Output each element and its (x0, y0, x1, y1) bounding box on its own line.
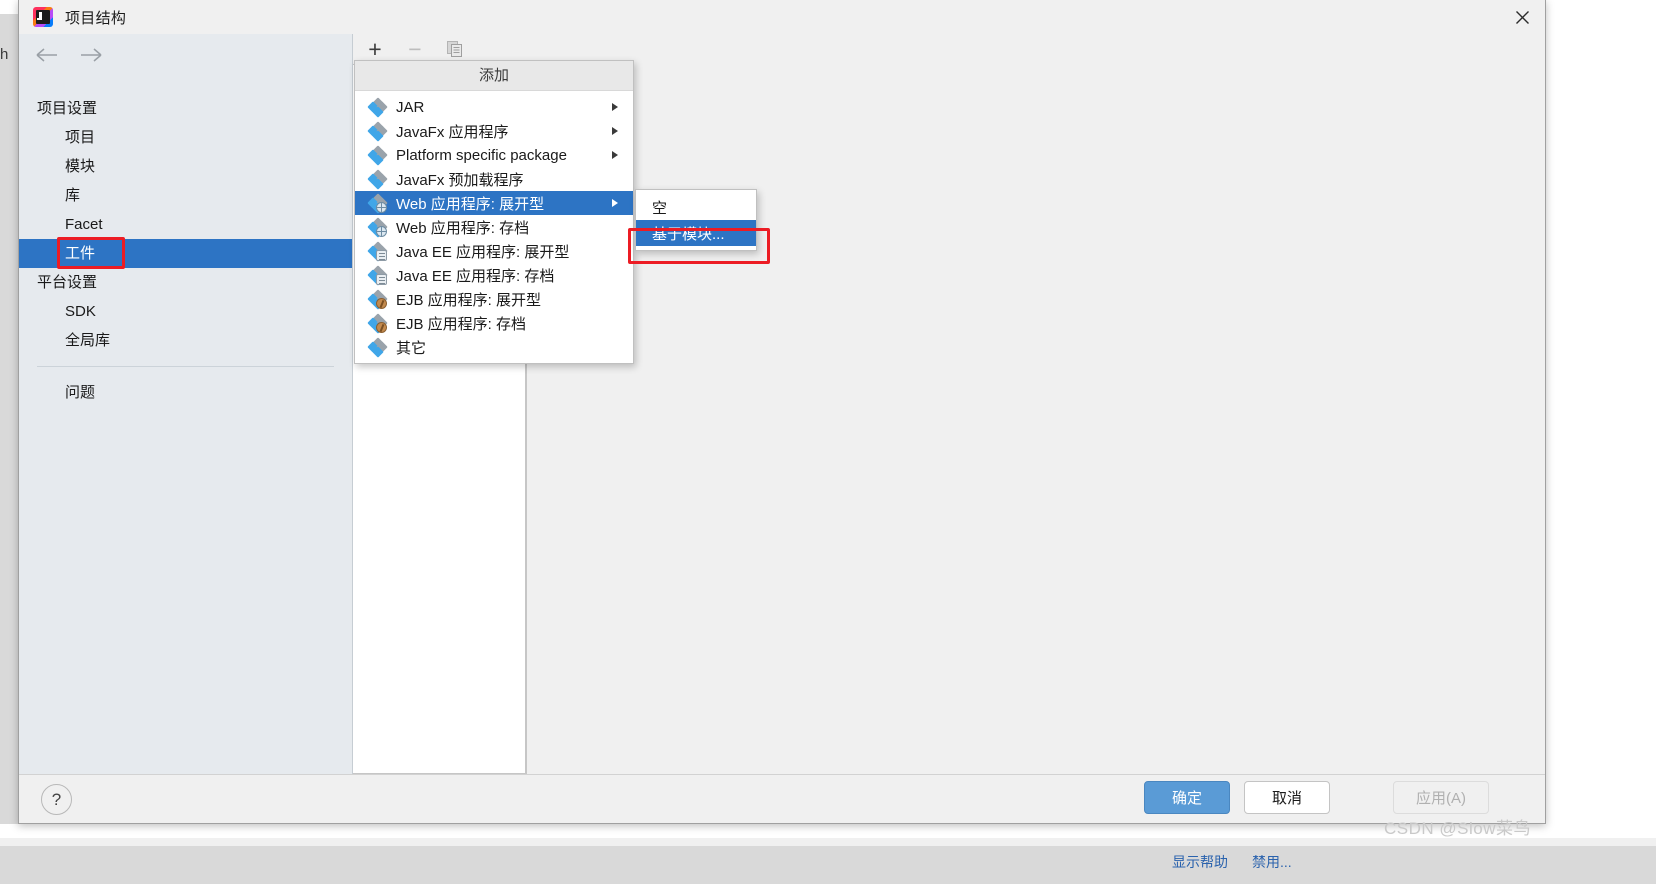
apply-button: 应用(A) (1393, 781, 1489, 814)
menu-item-other[interactable]: 其它 (355, 335, 633, 359)
ejb-badge-icon (376, 297, 387, 309)
artifact-icon (367, 144, 388, 166)
artifact-javaee-icon (367, 264, 388, 286)
menu-item-web-application-exploded[interactable]: Web 应用程序: 展开型 (355, 191, 633, 215)
watermark: CSDN @Slow菜鸟 (1384, 819, 1531, 838)
minus-icon: − (408, 35, 422, 62)
dialog-title: 项目结构 (65, 9, 127, 27)
artifact-web-icon (367, 192, 388, 214)
sidebar-item-problems[interactable]: 问题 (19, 378, 352, 407)
menu-item-ejb-application-archive[interactable]: EJB 应用程序: 存档 (355, 311, 633, 335)
artifact-javaee-icon (367, 240, 388, 262)
chevron-right-icon (612, 151, 618, 159)
menu-item-web-application-archive[interactable]: Web 应用程序: 存档 (355, 215, 633, 239)
screen-root: h 显示帮助 禁用... 项目结构 项目设置 项目 模块 库 Facet 工件 … (0, 0, 1656, 884)
web-application-submenu: 空 基于模块... (628, 189, 770, 264)
menu-item-jar[interactable]: JAR (355, 95, 633, 119)
add-artifact-button[interactable]: + (361, 36, 389, 62)
sidebar-item-modules[interactable]: 模块 (19, 152, 352, 181)
arrow-right-icon[interactable] (77, 43, 105, 67)
dialog-body: 项目设置 项目 模块 库 Facet 工件 平台设置 SDK 全局库 问题 + … (19, 34, 1545, 774)
artifact-detail-panel (527, 64, 1545, 774)
copy-artifact-button[interactable] (441, 36, 469, 62)
dialog-footer: ? 确定 取消 应用(A) (19, 774, 1545, 822)
add-artifact-menu: 添加 JAR JavaFx 应用程序 Platform specific pac… (354, 60, 634, 364)
menu-item-ejb-application-exploded-label: EJB 应用程序: 展开型 (396, 291, 542, 309)
sidebar-item-project[interactable]: 项目 (19, 123, 352, 152)
menu-item-platform-specific-package-label: Platform specific package (396, 146, 567, 164)
background-left-strip (0, 14, 18, 824)
menu-item-ejb-application-exploded[interactable]: EJB 应用程序: 展开型 (355, 287, 633, 311)
plus-icon: + (368, 35, 382, 62)
ejb-badge-icon (376, 321, 387, 333)
remove-artifact-button[interactable]: − (401, 36, 429, 62)
sidebar-nav-buttons (19, 34, 352, 76)
artifact-ejb-icon (367, 288, 388, 310)
sidebar-item-artifacts-label: 工件 (65, 245, 96, 262)
menu-item-javaee-application-exploded-label: Java EE 应用程序: 展开型 (396, 243, 570, 261)
settings-sidebar: 项目设置 项目 模块 库 Facet 工件 平台设置 SDK 全局库 问题 (19, 34, 353, 774)
menu-item-javaee-application-archive-label: Java EE 应用程序: 存档 (396, 267, 555, 285)
sidebar-divider (37, 366, 334, 367)
project-structure-dialog: 项目结构 项目设置 项目 模块 库 Facet 工件 平台设置 SDK 全局库 … (18, 0, 1546, 838)
menu-item-ejb-application-archive-label: EJB 应用程序: 存档 (396, 315, 527, 333)
artifact-icon (367, 96, 388, 118)
sidebar-group-project-settings: 项目设置 (37, 100, 98, 117)
artifact-ejb-icon (367, 312, 388, 334)
menu-item-platform-specific-package[interactable]: Platform specific package (355, 143, 633, 167)
globe-badge-icon (376, 225, 387, 237)
sidebar-item-sdk[interactable]: SDK (19, 297, 352, 326)
menu-item-javaee-application-exploded[interactable]: Java EE 应用程序: 展开型 (355, 239, 633, 263)
sidebar-item-global-libraries[interactable]: 全局库 (19, 326, 352, 355)
menu-item-javafx-preloader[interactable]: JavaFx 预加载程序 (355, 167, 633, 191)
sidebar-nav-list: 项目设置 项目 模块 库 Facet 工件 平台设置 SDK 全局库 问题 (19, 76, 352, 407)
menu-item-web-application-archive-label: Web 应用程序: 存档 (396, 219, 530, 237)
background-status-show-help[interactable]: 显示帮助 (1172, 852, 1228, 872)
artifact-icon (367, 120, 388, 142)
add-menu-header: 添加 (355, 61, 633, 91)
dialog-titlebar: 项目结构 (19, 0, 1545, 34)
artifact-icon (367, 168, 388, 190)
background-status-bar-right (232, 846, 1656, 884)
menu-item-jar-label: JAR (396, 98, 425, 116)
menu-item-javafx-application-label: JavaFx 应用程序 (396, 123, 509, 141)
arrow-left-icon[interactable] (33, 43, 61, 67)
sidebar-group-platform-settings: 平台设置 (37, 274, 98, 291)
chevron-right-icon (612, 103, 618, 111)
menu-item-other-label: 其它 (396, 339, 427, 357)
sidebar-item-artifacts[interactable]: 工件 (19, 237, 352, 269)
chevron-right-icon (612, 199, 618, 207)
globe-badge-icon (376, 201, 387, 213)
artifact-web-icon (367, 216, 388, 238)
question-mark-icon[interactable]: ? (41, 784, 72, 815)
submenu-item-empty[interactable]: 空 (636, 194, 756, 220)
javaee-badge-icon (376, 249, 387, 261)
chevron-right-icon (612, 127, 618, 135)
menu-item-javafx-preloader-label: JavaFx 预加载程序 (396, 171, 524, 189)
sidebar-item-libraries[interactable]: 库 (19, 181, 352, 210)
sidebar-item-facets[interactable]: Facet (19, 210, 352, 239)
menu-item-javafx-application[interactable]: JavaFx 应用程序 (355, 119, 633, 143)
submenu-item-from-module[interactable]: 基于模块... (636, 220, 756, 246)
ok-button[interactable]: 确定 (1144, 781, 1230, 814)
javaee-badge-icon (376, 273, 387, 285)
intellij-idea-icon (33, 7, 53, 27)
add-menu-list: JAR JavaFx 应用程序 Platform specific packag… (355, 91, 633, 363)
cancel-button[interactable]: 取消 (1244, 781, 1330, 814)
background-status-disable[interactable]: 禁用... (1252, 852, 1292, 872)
artifact-icon (367, 336, 388, 358)
menu-item-javaee-application-archive[interactable]: Java EE 应用程序: 存档 (355, 263, 633, 287)
copy-icon (447, 41, 462, 57)
background-left-edge-text: h (0, 46, 9, 63)
menu-item-web-application-exploded-label: Web 应用程序: 展开型 (396, 195, 545, 213)
close-icon[interactable] (1499, 0, 1545, 34)
